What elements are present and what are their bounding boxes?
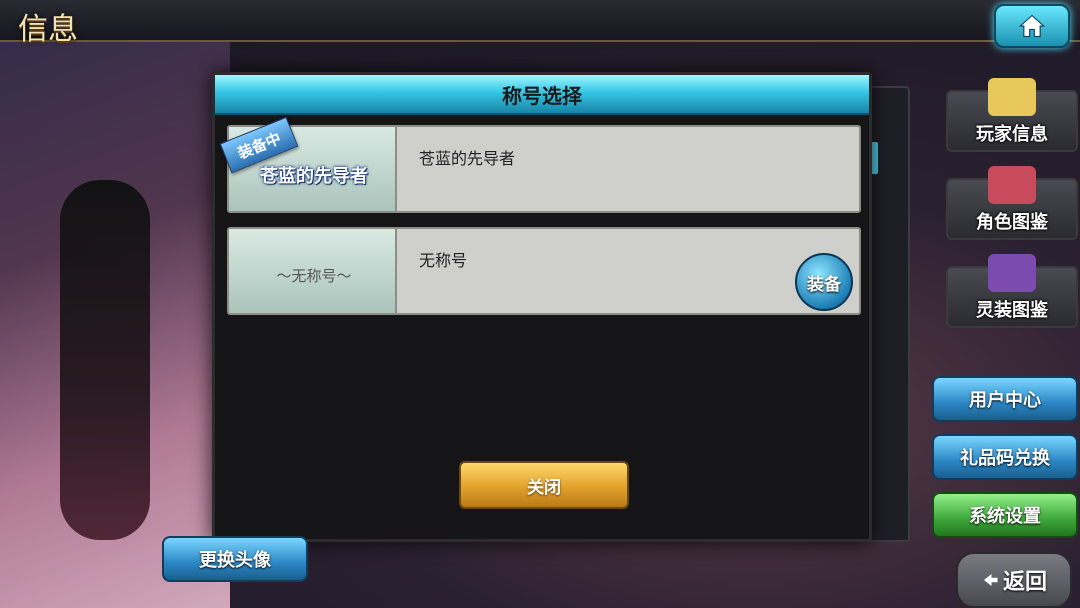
close-button[interactable]: 关闭 xyxy=(459,461,629,509)
back-button[interactable]: 返回 xyxy=(956,552,1072,608)
title-row-none[interactable]: 〜无称号〜 无称号 装备 xyxy=(227,227,861,315)
background-character-art xyxy=(0,40,230,608)
character-book-icon xyxy=(988,166,1036,204)
title-name: 无称号 xyxy=(419,251,468,270)
title-badge-area: 〜无称号〜 xyxy=(229,229,397,313)
gift-code-button[interactable]: 礼品码兑换 xyxy=(932,434,1078,480)
equip-button[interactable]: 装备 xyxy=(795,253,853,311)
side-card-label: 灵装图鉴 xyxy=(976,300,1048,321)
player-info-button[interactable]: 玩家信息 xyxy=(946,78,1078,152)
title-badge-area: 苍蓝的先导者 装备中 xyxy=(219,116,397,211)
title-select-dialog: 称号选择 苍蓝的先导者 装备中 苍蓝的先导者 〜无称号〜 无称号 装备 关闭 xyxy=(212,72,872,542)
equipment-book-icon xyxy=(988,254,1036,292)
side-card-label: 角色图鉴 xyxy=(976,212,1048,233)
change-avatar-button[interactable]: 更换头像 xyxy=(162,536,308,582)
home-icon xyxy=(1018,14,1046,38)
side-card-label: 玩家信息 xyxy=(976,124,1048,145)
home-button[interactable] xyxy=(994,4,1070,48)
system-settings-button[interactable]: 系统设置 xyxy=(932,492,1078,538)
top-bar xyxy=(0,0,1080,42)
back-label: 返回 xyxy=(1002,570,1047,595)
character-book-button[interactable]: 角色图鉴 xyxy=(946,166,1078,240)
player-info-icon xyxy=(988,78,1036,116)
title-row-equipped[interactable]: 苍蓝的先导者 装备中 苍蓝的先导者 xyxy=(219,116,861,213)
title-name: 苍蓝的先导者 xyxy=(419,149,516,168)
title-badge-art: 〜无称号〜 xyxy=(276,266,352,285)
title-badge-art: 苍蓝的先导者 xyxy=(260,166,368,187)
equipment-book-button[interactable]: 灵装图鉴 xyxy=(946,254,1078,328)
dialog-title: 称号选择 xyxy=(502,83,582,108)
dialog-header: 称号选择 xyxy=(215,75,869,115)
screen-title: 信息 xyxy=(18,12,78,47)
back-arrow-icon xyxy=(983,574,998,586)
user-center-button[interactable]: 用户中心 xyxy=(932,376,1078,422)
